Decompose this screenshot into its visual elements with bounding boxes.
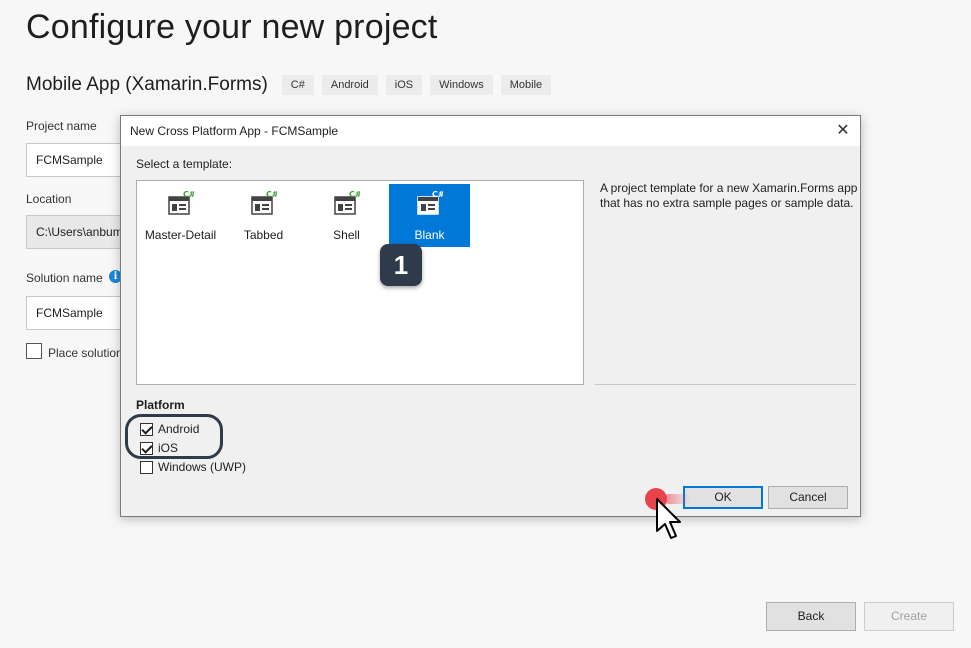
svg-text:C#: C# <box>349 190 360 199</box>
template-header: Mobile App (Xamarin.Forms) C# Android iO… <box>26 74 559 96</box>
platform-label: Windows (UWP) <box>158 460 247 474</box>
blank-template-icon: C# <box>417 190 443 215</box>
new-cross-platform-dialog: New Cross Platform App - FCMSample ✕ Sel… <box>120 115 861 517</box>
project-name-input[interactable]: FCMSample <box>26 143 126 177</box>
template-shell[interactable]: C# Shell <box>306 184 387 247</box>
create-button[interactable]: Create <box>864 602 954 631</box>
place-solution-label: Place solution <box>48 346 122 360</box>
template-name: Mobile App (Xamarin.Forms) <box>26 74 268 95</box>
windows-uwp-checkbox[interactable] <box>140 460 153 474</box>
ok-button[interactable]: OK <box>683 486 763 509</box>
shell-template-icon: C# <box>334 190 360 215</box>
solution-name-input[interactable]: FCMSample <box>26 296 126 330</box>
solution-name-label: Solution name <box>26 271 103 285</box>
template-blank[interactable]: C# Blank <box>389 184 470 247</box>
description-divider <box>595 384 856 385</box>
location-label: Location <box>26 192 72 206</box>
template-label: Shell <box>333 228 360 242</box>
location-input[interactable]: C:\Users\anbum <box>26 215 126 249</box>
select-template-label: Select a template: <box>136 157 233 171</box>
template-description: A project template for a new Xamarin.For… <box>600 181 858 210</box>
cancel-button[interactable]: Cancel <box>768 486 848 509</box>
dialog-titlebar: New Cross Platform App - FCMSample ✕ <box>121 116 860 146</box>
mouse-cursor-icon <box>656 498 681 539</box>
template-list: C# Master-Detail C# Tabbed C# <box>136 180 584 385</box>
tabbed-template-icon: C# <box>251 190 277 215</box>
tag-mobile: Mobile <box>500 75 552 95</box>
tag-android: Android <box>321 75 378 95</box>
dialog-title: New Cross Platform App - FCMSample <box>130 124 339 138</box>
back-button[interactable]: Back <box>766 602 856 631</box>
svg-text:C#: C# <box>183 190 194 199</box>
platform-highlight-ring <box>125 414 223 459</box>
step-number-badge: 1 <box>380 244 422 286</box>
page-title: Configure your new project <box>26 8 438 46</box>
template-label: Tabbed <box>243 228 284 242</box>
template-label: Blank <box>414 228 445 242</box>
template-master-detail[interactable]: C# Master-Detail <box>140 184 221 247</box>
project-name-label: Project name <box>26 119 97 133</box>
tag-windows: Windows <box>430 75 493 95</box>
tag-csharp: C# <box>281 75 314 95</box>
place-solution-checkbox[interactable] <box>26 343 42 359</box>
template-tabbed[interactable]: C# Tabbed <box>223 184 304 247</box>
tag-ios: iOS <box>385 75 423 95</box>
master-detail-template-icon: C# <box>168 190 194 215</box>
template-label: Master-Detail <box>144 228 217 242</box>
platform-windows-uwp[interactable]: Windows (UWP) <box>140 460 246 474</box>
close-icon[interactable]: ✕ <box>832 120 854 142</box>
platform-heading: Platform <box>136 398 185 412</box>
svg-text:C#: C# <box>432 190 443 199</box>
svg-text:C#: C# <box>266 190 277 199</box>
